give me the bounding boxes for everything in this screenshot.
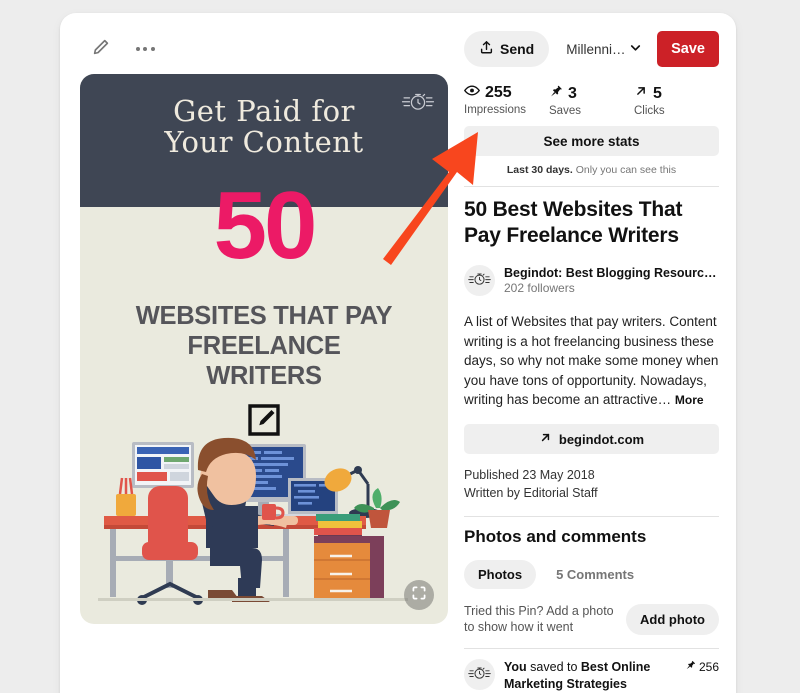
stat-clicks-label: Clicks xyxy=(634,105,665,117)
board-selector[interactable]: Millennial Life (... xyxy=(557,31,650,67)
stat-clicks: 5 Clicks xyxy=(634,84,719,118)
pin-toolbar: Send Millennial Life (... Save xyxy=(464,31,719,67)
pin-media-column: Get Paid for Your Content 50 WEBSITES TH… xyxy=(80,29,448,624)
pin-published-date: Published 23 May 2018 xyxy=(464,468,595,483)
stopwatch-logo-icon xyxy=(467,268,492,294)
pin-author[interactable]: Begindot: Best Blogging Resources … 202 … xyxy=(464,265,719,297)
see-more-stats-button[interactable]: See more stats xyxy=(464,126,719,156)
arrow-up-right-icon xyxy=(634,84,648,103)
pin-info-column: Send Millennial Life (... Save xyxy=(463,31,719,693)
divider xyxy=(464,186,719,187)
ellipsis-icon xyxy=(135,47,155,51)
pin-more-options-button[interactable] xyxy=(132,36,158,62)
activity-save-count: 256 xyxy=(685,659,719,674)
pin-image-subtitle-line1: WEBSITES THAT PAY xyxy=(135,302,393,330)
stat-saves: 3 Saves xyxy=(549,84,634,118)
stats-visibility-note: Last 30 days. Only you can see this xyxy=(464,164,719,176)
stat-saves-label: Saves xyxy=(549,105,581,117)
pencil-icon xyxy=(92,38,110,61)
send-button-label: Send xyxy=(500,41,535,57)
pin-action-bar xyxy=(80,29,448,69)
screen: Get Paid for Your Content 50 WEBSITES TH… xyxy=(0,0,800,693)
pin-icon xyxy=(549,84,563,103)
stopwatch-logo-icon xyxy=(401,87,435,115)
photos-and-comments-title: Photos and comments xyxy=(464,526,647,546)
pin-image-big-number: 50 xyxy=(213,172,318,279)
pin-image-subtitle: WEBSITES THAT PAY FREELANCE WRITERS xyxy=(80,301,448,391)
stats-note-period: Last 30 days. xyxy=(506,164,573,176)
avatar xyxy=(464,659,495,691)
tab-photos[interactable]: Photos xyxy=(464,559,537,589)
pin-image-subtitle-line2: FREELANCE xyxy=(187,332,341,361)
chevron-down-icon xyxy=(628,40,643,58)
activity-action: saved to xyxy=(526,660,581,675)
page-title: 50 Best Websites That Pay Freelance Writ… xyxy=(464,198,683,247)
board-selector-label: Millennial Life (... xyxy=(566,41,628,57)
edit-pin-button[interactable] xyxy=(88,36,114,62)
pin-meta: Published 23 May 2018 Written by Editori… xyxy=(464,467,719,503)
send-button[interactable]: Send xyxy=(464,31,550,67)
stat-saves-value: 3 xyxy=(568,84,577,102)
stopwatch-logo-icon xyxy=(467,662,492,688)
pin-written-by: Written by Editorial Staff xyxy=(464,485,598,500)
divider xyxy=(464,648,719,650)
tab-comments[interactable]: 5 Comments xyxy=(542,560,648,589)
pin-image-subtitle-line3: WRITERS xyxy=(206,362,322,391)
stats-note-rest: Only you can see this xyxy=(572,164,677,176)
add-photo-row: Tried this Pin? Add a photo to show how … xyxy=(464,603,719,637)
activity-item: You saved to Best Online Marketing Strat… xyxy=(464,659,719,693)
pin-detail-card: Get Paid for Your Content 50 WEBSITES TH… xyxy=(60,13,736,693)
activity-save-count-value: 256 xyxy=(698,659,719,674)
stat-clicks-value: 5 xyxy=(653,84,662,102)
visual-search-button[interactable] xyxy=(404,580,434,610)
stat-impressions-value: 255 xyxy=(485,84,512,101)
save-button[interactable]: Save xyxy=(657,31,719,67)
pin-image-title-line2: Your Content xyxy=(164,125,364,160)
stat-impressions: 255 Impressions xyxy=(463,84,549,117)
pin-stats-row: 255 Impressions 3 Saves 5 Clicks xyxy=(463,84,719,118)
eye-icon xyxy=(463,84,481,102)
stat-impressions-label: Impressions xyxy=(464,104,526,116)
pin-author-name: Begindot: Best Blogging Resources … xyxy=(504,266,719,281)
pin-author-followers: 202 followers xyxy=(504,281,575,296)
pin-image[interactable]: Get Paid for Your Content 50 WEBSITES TH… xyxy=(80,74,448,624)
add-photo-prompt: Tried this Pin? Add a photo to show how … xyxy=(464,603,614,635)
pin-description: A list of Websites that pay writers. Con… xyxy=(464,312,719,410)
activity-headline: You saved to Best Online Marketing Strat… xyxy=(504,659,679,692)
add-photo-button[interactable]: Add photo xyxy=(626,603,719,635)
visual-search-lens-icon xyxy=(411,585,427,606)
pin-image-title-line1: Get Paid for xyxy=(173,94,355,128)
desk-illustration xyxy=(98,437,408,605)
avatar xyxy=(464,265,495,297)
source-link-button[interactable]: begindot.com xyxy=(464,424,719,455)
share-upload-icon xyxy=(479,40,494,58)
photos-comments-tabs: Photos 5 Comments xyxy=(464,559,719,589)
pin-description-more-link[interactable]: More xyxy=(675,393,704,407)
source-link-label: begindot.com xyxy=(558,431,645,447)
divider xyxy=(464,515,719,517)
activity-actor: You xyxy=(504,660,527,675)
pin-icon xyxy=(685,659,696,674)
arrow-up-right-icon xyxy=(539,431,552,447)
